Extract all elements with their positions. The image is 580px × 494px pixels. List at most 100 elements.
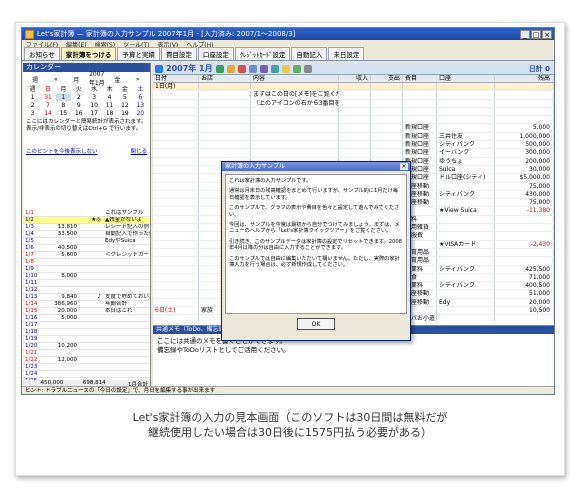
ledger-cell[interactable] bbox=[495, 257, 554, 265]
ledger-cell[interactable]: Edy bbox=[437, 298, 495, 307]
ledger-cell[interactable]: ドル口座(シティ) bbox=[437, 174, 495, 182]
ledger-cell[interactable] bbox=[339, 132, 371, 141]
month-toggle[interactable]: 月 bbox=[66, 75, 87, 84]
ledger-cell[interactable] bbox=[437, 215, 495, 224]
ledger-cell[interactable]: 三井住友 bbox=[437, 132, 495, 141]
ledger-cell[interactable] bbox=[153, 124, 199, 132]
ledger-cell[interactable]: -2,430 bbox=[495, 240, 554, 248]
friday-toggle[interactable]: 金 bbox=[107, 75, 128, 84]
ledger-cell[interactable] bbox=[153, 107, 199, 116]
ledger-cell[interactable] bbox=[403, 91, 437, 99]
table-row[interactable] bbox=[153, 116, 554, 125]
close-hint-link[interactable]: 閉じる bbox=[130, 147, 147, 156]
ledger-cell[interactable]: ★VISAカード bbox=[437, 240, 495, 248]
next-month-button[interactable]: » bbox=[128, 76, 149, 83]
list-item[interactable]: 1/23 bbox=[23, 364, 150, 371]
ledger-cell[interactable]: Suica bbox=[437, 165, 495, 174]
tab-categories[interactable]: 費目設定 bbox=[160, 47, 197, 60]
ledger-cell[interactable]: 71,000 bbox=[495, 273, 554, 282]
ledger-cell[interactable]: ★View Suica bbox=[437, 207, 495, 215]
ledger-cell[interactable] bbox=[495, 248, 554, 257]
ledger-cell[interactable] bbox=[495, 91, 554, 99]
ledger-cell[interactable] bbox=[437, 315, 495, 321]
calendar-day[interactable]: 13 bbox=[133, 102, 148, 109]
ledger-cell[interactable] bbox=[153, 240, 199, 248]
ledger-cell[interactable] bbox=[153, 174, 199, 182]
ledger-cell[interactable] bbox=[437, 224, 495, 232]
dialog-ok-button[interactable]: OK bbox=[297, 318, 335, 330]
ledger-cell[interactable] bbox=[339, 149, 371, 157]
ledger-cell[interactable] bbox=[153, 273, 199, 282]
calendar-day[interactable]: 7 bbox=[40, 102, 55, 109]
ledger-cell[interactable] bbox=[153, 116, 199, 124]
ledger-cell[interactable]: 新規口座 bbox=[403, 149, 437, 157]
ledger-cell[interactable] bbox=[251, 124, 339, 132]
table-row[interactable]: （上のアイコンの右から3番目をクリック） bbox=[153, 99, 554, 108]
table-row[interactable]: 新規口座 イーバンク 300,000 bbox=[153, 149, 554, 158]
list-item[interactable]: 1/9 bbox=[23, 266, 150, 273]
ledger-cell[interactable] bbox=[371, 99, 403, 107]
ledger-cell[interactable]: ゆうちょ bbox=[437, 157, 495, 165]
graph-icon[interactable] bbox=[292, 64, 301, 73]
ledger-cell[interactable]: 新規口座 bbox=[403, 132, 437, 141]
list-item[interactable]: 1/21 bbox=[23, 350, 150, 357]
ledger-cell[interactable] bbox=[339, 99, 371, 107]
calendar-day[interactable]: 31 bbox=[40, 94, 55, 101]
ledger-cell[interactable] bbox=[371, 83, 403, 91]
list-item[interactable]: 1/16 5,000 bbox=[23, 315, 150, 322]
calendar-day[interactable]: 10 bbox=[87, 102, 102, 109]
table-row[interactable]: 新規口座 三井住友 1,000,000 bbox=[153, 132, 554, 142]
ledger-cell[interactable] bbox=[153, 215, 199, 224]
col-shop[interactable]: お店 bbox=[199, 75, 251, 82]
calendar-day[interactable]: 12 bbox=[117, 102, 132, 109]
ledger-cell[interactable]: 30,000 bbox=[495, 165, 554, 174]
calendar-day[interactable]: 1 bbox=[55, 94, 72, 101]
week-toggle[interactable]: 週 bbox=[25, 75, 46, 84]
ledger-cell[interactable] bbox=[437, 199, 495, 207]
ledger-cell[interactable] bbox=[437, 248, 495, 257]
ledger-cell[interactable]: 新規口座 bbox=[403, 141, 437, 149]
ledger-cell[interactable] bbox=[339, 116, 371, 124]
ledger-cell[interactable] bbox=[437, 232, 495, 240]
ledger-cell[interactable] bbox=[339, 124, 371, 132]
delete-icon[interactable] bbox=[237, 64, 246, 73]
ledger-cell[interactable] bbox=[437, 116, 495, 124]
list-item[interactable]: 1/11 bbox=[23, 280, 150, 287]
calendar-day[interactable]: 4 bbox=[102, 94, 117, 101]
list-item[interactable]: 1/10 8,000 bbox=[23, 273, 150, 280]
ledger-cell[interactable] bbox=[153, 248, 199, 257]
ledger-cell[interactable] bbox=[403, 83, 437, 91]
list-item[interactable]: 1/4 33,500 自動記入で作った例 bbox=[23, 231, 150, 238]
ledger-cell[interactable] bbox=[437, 182, 495, 190]
ledger-cell[interactable]: 300,000 bbox=[495, 149, 554, 157]
ledger-cell[interactable] bbox=[153, 157, 199, 165]
table-row[interactable] bbox=[153, 107, 554, 117]
ledger-cell[interactable] bbox=[153, 282, 199, 290]
ledger-cell[interactable] bbox=[153, 165, 199, 174]
ledger-cell[interactable] bbox=[437, 107, 495, 116]
ledger-cell[interactable] bbox=[199, 141, 251, 149]
ledger-cell[interactable] bbox=[251, 132, 339, 141]
ledger-cell[interactable] bbox=[437, 83, 495, 91]
list-item[interactable]: 1/3 13,810 レシート記入の例 bbox=[23, 224, 150, 231]
list-item[interactable]: 1/22 12,000 bbox=[23, 357, 150, 364]
ledger-cell[interactable]: 200,000 bbox=[495, 157, 554, 165]
ledger-cell[interactable] bbox=[153, 182, 199, 190]
ledger-cell[interactable] bbox=[495, 99, 554, 107]
prev-month-icon[interactable] bbox=[155, 64, 163, 73]
calendar-day[interactable]: 11 bbox=[102, 102, 117, 109]
ledger-cell[interactable] bbox=[199, 107, 251, 116]
ledger-cell[interactable]: 500,000 bbox=[495, 141, 554, 149]
col-balance[interactable]: 残高 bbox=[495, 75, 554, 82]
list-item[interactable]: 1/18 bbox=[23, 329, 150, 336]
minimize-button[interactable]: _ bbox=[520, 29, 530, 39]
calendar-day[interactable]: 3 bbox=[87, 94, 102, 101]
table-row[interactable]: まずはこの日の[メモ]をご覧ください bbox=[153, 91, 554, 100]
tab-notice[interactable]: お知らせ bbox=[24, 47, 60, 60]
ledger-cell[interactable] bbox=[153, 141, 199, 149]
list-item[interactable]: 1/20 10,200 bbox=[23, 343, 150, 350]
ledger-cell[interactable]: 1,000,000 bbox=[495, 132, 554, 141]
col-account[interactable]: 口座 bbox=[437, 75, 495, 82]
tab-budget[interactable]: 予算と実績 bbox=[117, 47, 160, 60]
memo-icon[interactable] bbox=[281, 64, 290, 73]
